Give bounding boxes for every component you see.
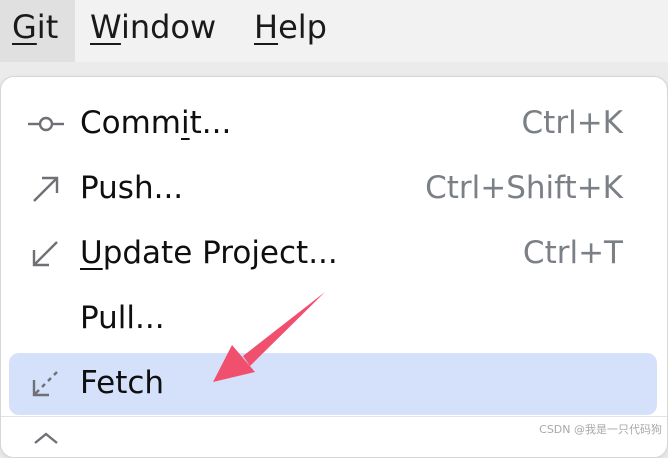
menu-help-mnemonic: H (254, 8, 278, 46)
menu-separator (1, 416, 667, 417)
menu-item-push[interactable]: Push... Ctrl+Shift+K (9, 158, 657, 220)
label-mnemonic: U (80, 235, 103, 271)
watermark-text: CSDN @我是一只代码狗 (539, 421, 662, 437)
menu-git[interactable]: Git (0, 0, 75, 62)
label-part: t... (190, 105, 232, 141)
shortcut-label: Ctrl+Shift+K (425, 168, 623, 208)
label-mnemonic: i (181, 105, 190, 141)
menu-git-mnemonic: G (12, 8, 37, 46)
menu-item-update-project[interactable]: Update Project... Ctrl+T (9, 223, 657, 285)
label-part: Pull... (80, 300, 165, 336)
menu-window[interactable]: Window (78, 0, 228, 62)
menu-item-label: Pull... (80, 298, 165, 338)
menu-item-label: Push... (80, 168, 183, 208)
menu-item-commit[interactable]: Commit... Ctrl+K (9, 93, 657, 155)
push-arrow-icon (27, 171, 65, 207)
shortcut-label: Ctrl+T (523, 233, 623, 273)
fetch-icon (27, 366, 65, 402)
menu-window-label: indow (121, 8, 216, 46)
menu-item-fetch[interactable]: Fetch (9, 353, 657, 415)
menu-bar: Git Window Help (0, 0, 668, 62)
menu-item-pull[interactable]: Pull... (9, 288, 657, 350)
menu-item-label: Fetch (80, 363, 164, 403)
git-dropdown-menu: Commit... Ctrl+K Push... Ctrl+Shift+K Up… (0, 76, 668, 458)
menu-help-label: elp (278, 8, 327, 46)
label-part: Push... (80, 170, 183, 206)
label-part: Fetch (80, 365, 164, 401)
update-arrow-icon (27, 236, 65, 272)
label-part: Comm (80, 105, 181, 141)
menu-help[interactable]: Help (242, 0, 339, 62)
menu-window-mnemonic: W (90, 8, 121, 46)
menu-item-label: Update Project... (80, 233, 338, 273)
commit-icon (27, 106, 65, 142)
label-part: pdate Project... (103, 235, 338, 271)
shortcut-label: Ctrl+K (522, 103, 623, 143)
menu-item-label: Commit... (80, 103, 231, 143)
menu-git-label: it (37, 8, 58, 46)
